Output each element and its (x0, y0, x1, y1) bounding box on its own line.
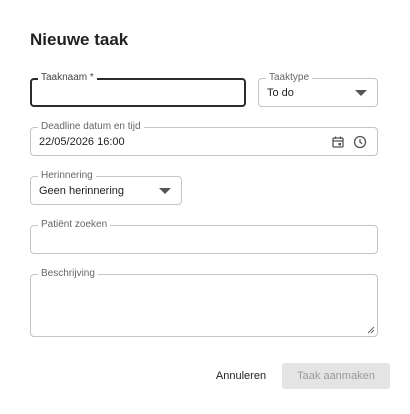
create-task-button[interactable]: Taak aanmaken (282, 363, 390, 389)
task-type-label: Taaktype (266, 72, 313, 84)
deadline-field[interactable]: Deadline datum en tijd 22/05/2026 16:00 (30, 121, 378, 156)
task-type-value: To do (267, 86, 294, 99)
task-name-label: Taaknaam * (38, 72, 97, 84)
patient-search-label: Patiënt zoeken (38, 219, 111, 231)
reminder-select[interactable]: Herinnering Geen herinnering (30, 170, 182, 205)
reminder-label: Herinnering (38, 170, 96, 182)
deadline-value: 22/05/2026 16:00 (39, 135, 125, 148)
task-name-field[interactable]: Taaknaam * (30, 72, 246, 107)
resize-handle-icon[interactable] (367, 326, 375, 334)
chevron-down-icon[interactable] (159, 187, 171, 194)
chevron-down-icon[interactable] (355, 89, 367, 96)
dialog-title: Nieuwe taak (30, 30, 129, 49)
reminder-value: Geen herinnering (39, 184, 125, 197)
new-task-dialog: Nieuwe taak Taaknaam * Taaktype To do De… (0, 0, 410, 414)
calendar-icon[interactable] (331, 135, 345, 149)
description-textarea[interactable]: Beschrijving (30, 268, 378, 337)
patient-search-field[interactable]: Patiënt zoeken (30, 219, 378, 254)
deadline-label: Deadline datum en tijd (38, 121, 144, 133)
cancel-button[interactable]: Annuleren (207, 363, 275, 389)
clock-icon[interactable] (353, 135, 367, 149)
task-type-select[interactable]: Taaktype To do (258, 72, 378, 107)
description-label: Beschrijving (38, 268, 98, 280)
